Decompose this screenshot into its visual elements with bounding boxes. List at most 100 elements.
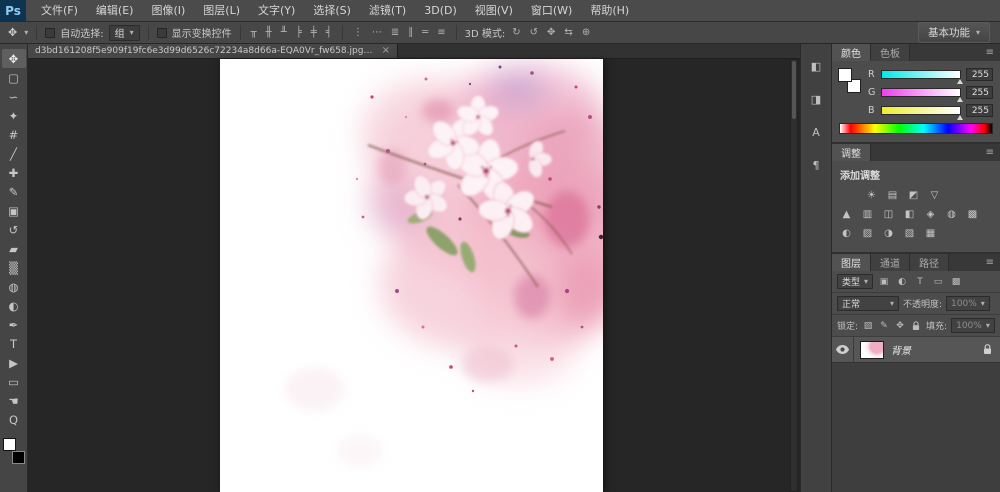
tool-preset-caret-icon[interactable]: ▾	[24, 28, 28, 37]
current-tool-icon[interactable]: ✥	[6, 26, 19, 39]
fill-dropdown[interactable]: 100% ▾	[951, 318, 995, 333]
slider-thumb[interactable]	[957, 97, 963, 102]
menu-layer[interactable]: 图层(L)	[194, 0, 249, 21]
panel-menu-icon[interactable]: ≡	[980, 44, 1000, 61]
tab-color[interactable]: 颜色	[832, 44, 871, 61]
distribute-horizontal-centers-icon[interactable]: ═	[420, 25, 430, 41]
tab-layers[interactable]: 图层	[832, 254, 871, 271]
align-left-edges-icon[interactable]: ╞	[294, 25, 304, 41]
red-channel-slider[interactable]	[881, 70, 961, 79]
background-color-swatch[interactable]	[12, 451, 25, 464]
green-channel-slider[interactable]	[881, 88, 961, 97]
distribute-bottom-edges-icon[interactable]: ≣	[389, 25, 401, 41]
blue-channel-value[interactable]: 255	[966, 104, 993, 117]
menu-select[interactable]: 选择(S)	[304, 0, 360, 21]
history-panel-icon[interactable]: ◧	[805, 56, 827, 76]
menu-filter[interactable]: 滤镜(T)	[360, 0, 415, 21]
workspace-switcher-button[interactable]: 基本功能 ▾	[918, 22, 990, 43]
lock-position-icon[interactable]: ✥	[894, 319, 906, 332]
canvas-document[interactable]	[220, 59, 603, 492]
color-lookup-icon[interactable]: ▩	[964, 207, 981, 222]
character-panel-icon[interactable]: A	[805, 122, 827, 142]
menu-type[interactable]: 文字(Y)	[249, 0, 304, 21]
history-brush-tool-icon[interactable]: ↺	[2, 220, 26, 239]
green-channel-value[interactable]: 255	[966, 86, 993, 99]
brush-tool-icon[interactable]: ✎	[2, 182, 26, 201]
menu-window[interactable]: 窗口(W)	[522, 0, 581, 21]
close-tab-icon[interactable]: ×	[382, 46, 390, 56]
curves-icon[interactable]: ◩	[905, 188, 922, 203]
move-tool-icon[interactable]: ✥	[2, 49, 26, 68]
menu-edit[interactable]: 编辑(E)	[87, 0, 143, 21]
blue-channel-slider[interactable]	[881, 106, 961, 115]
lock-transparent-pixels-icon[interactable]: ▨	[862, 319, 874, 332]
distribute-top-edges-icon[interactable]: ⋮	[351, 25, 365, 41]
menu-3d[interactable]: 3D(D)	[415, 0, 466, 21]
auto-select-checkbox[interactable]	[45, 28, 55, 38]
threshold-icon[interactable]: ◑	[880, 226, 897, 241]
filter-pixel-layers-icon[interactable]: ▣	[877, 275, 891, 288]
eyedropper-tool-icon[interactable]: ╱	[2, 144, 26, 163]
align-top-edges-icon[interactable]: ╥	[249, 25, 259, 41]
tab-swatches[interactable]: 色板	[871, 44, 910, 61]
panel-menu-icon[interactable]: ≡	[980, 144, 1000, 161]
properties-panel-icon[interactable]: ◨	[805, 89, 827, 109]
color-spectrum-ramp[interactable]	[839, 123, 993, 134]
distribute-left-edges-icon[interactable]: ∥	[406, 25, 415, 41]
tab-paths[interactable]: 路径	[910, 254, 949, 271]
foreground-color-swatch[interactable]	[3, 438, 16, 451]
layer-thumbnail[interactable]	[860, 341, 884, 359]
3d-drag-icon[interactable]: ✥	[545, 25, 557, 41]
paragraph-panel-icon[interactable]: ¶	[805, 155, 827, 175]
3d-slide-icon[interactable]: ⇆	[562, 25, 574, 41]
panel-menu-icon[interactable]: ≡	[980, 254, 1000, 271]
distribute-vertical-centers-icon[interactable]: ⋯	[370, 25, 384, 41]
gradient-map-icon[interactable]: ▧	[901, 226, 918, 241]
distribute-right-edges-icon[interactable]: ≡	[435, 25, 447, 41]
vibrance-icon[interactable]: ▲	[838, 207, 855, 222]
document-tab[interactable]: d3bd161208f5e909f19fc6e3d99d6526c72234a8…	[28, 44, 398, 58]
shape-tool-icon[interactable]: ▭	[2, 372, 26, 391]
3d-roll-icon[interactable]: ↺	[528, 25, 540, 41]
quick-selection-tool-icon[interactable]: ✦	[2, 106, 26, 125]
menu-file[interactable]: 文件(F)	[32, 0, 87, 21]
posterize-icon[interactable]: ▨	[859, 226, 876, 241]
levels-icon[interactable]: ▤	[884, 188, 901, 203]
filter-smart-objects-icon[interactable]: ▩	[949, 275, 963, 288]
selective-color-icon[interactable]: ▦	[922, 226, 939, 241]
crop-tool-icon[interactable]: #	[2, 125, 26, 144]
slider-thumb[interactable]	[957, 79, 963, 84]
tab-channels[interactable]: 通道	[871, 254, 910, 271]
zoom-tool-icon[interactable]: Q	[2, 410, 26, 429]
3d-scale-icon[interactable]: ⊕	[580, 25, 592, 41]
clone-stamp-tool-icon[interactable]: ▣	[2, 201, 26, 220]
layer-row-background[interactable]: 背景	[832, 337, 1000, 363]
pen-tool-icon[interactable]: ✒	[2, 315, 26, 334]
slider-thumb[interactable]	[957, 115, 963, 120]
canvas-vertical-scrollbar[interactable]	[790, 59, 798, 492]
brightness-contrast-icon[interactable]: ☀	[863, 188, 880, 203]
align-right-edges-icon[interactable]: ╡	[324, 25, 334, 41]
align-horizontal-centers-icon[interactable]: ╪	[309, 25, 319, 41]
invert-icon[interactable]: ◐	[838, 226, 855, 241]
layer-filter-kind-dropdown[interactable]: 类型 ▾	[837, 274, 873, 289]
eraser-tool-icon[interactable]: ▰	[2, 239, 26, 258]
menu-help[interactable]: 帮助(H)	[581, 0, 638, 21]
path-selection-tool-icon[interactable]: ▶	[2, 353, 26, 372]
align-vertical-centers-icon[interactable]: ╫	[264, 25, 274, 41]
red-channel-value[interactable]: 255	[966, 68, 993, 81]
menu-image[interactable]: 图像(I)	[142, 0, 194, 21]
spot-healing-brush-tool-icon[interactable]: ✚	[2, 163, 26, 182]
exposure-icon[interactable]: ▽	[926, 188, 943, 203]
channel-mixer-icon[interactable]: ◍	[943, 207, 960, 222]
lasso-tool-icon[interactable]: ∽	[2, 87, 26, 106]
gradient-tool-icon[interactable]: ▒	[2, 258, 26, 277]
filter-shape-layers-icon[interactable]: ▭	[931, 275, 945, 288]
type-tool-icon[interactable]: T	[2, 334, 26, 353]
hue-saturation-icon[interactable]: ▥	[859, 207, 876, 222]
lock-image-pixels-icon[interactable]: ✎	[878, 319, 890, 332]
blend-mode-dropdown[interactable]: 正常 ▾	[837, 296, 899, 311]
foreground-color-swatch[interactable]	[838, 68, 852, 82]
3d-rotate-icon[interactable]: ↻	[510, 25, 522, 41]
blur-tool-icon[interactable]: ◍	[2, 277, 26, 296]
